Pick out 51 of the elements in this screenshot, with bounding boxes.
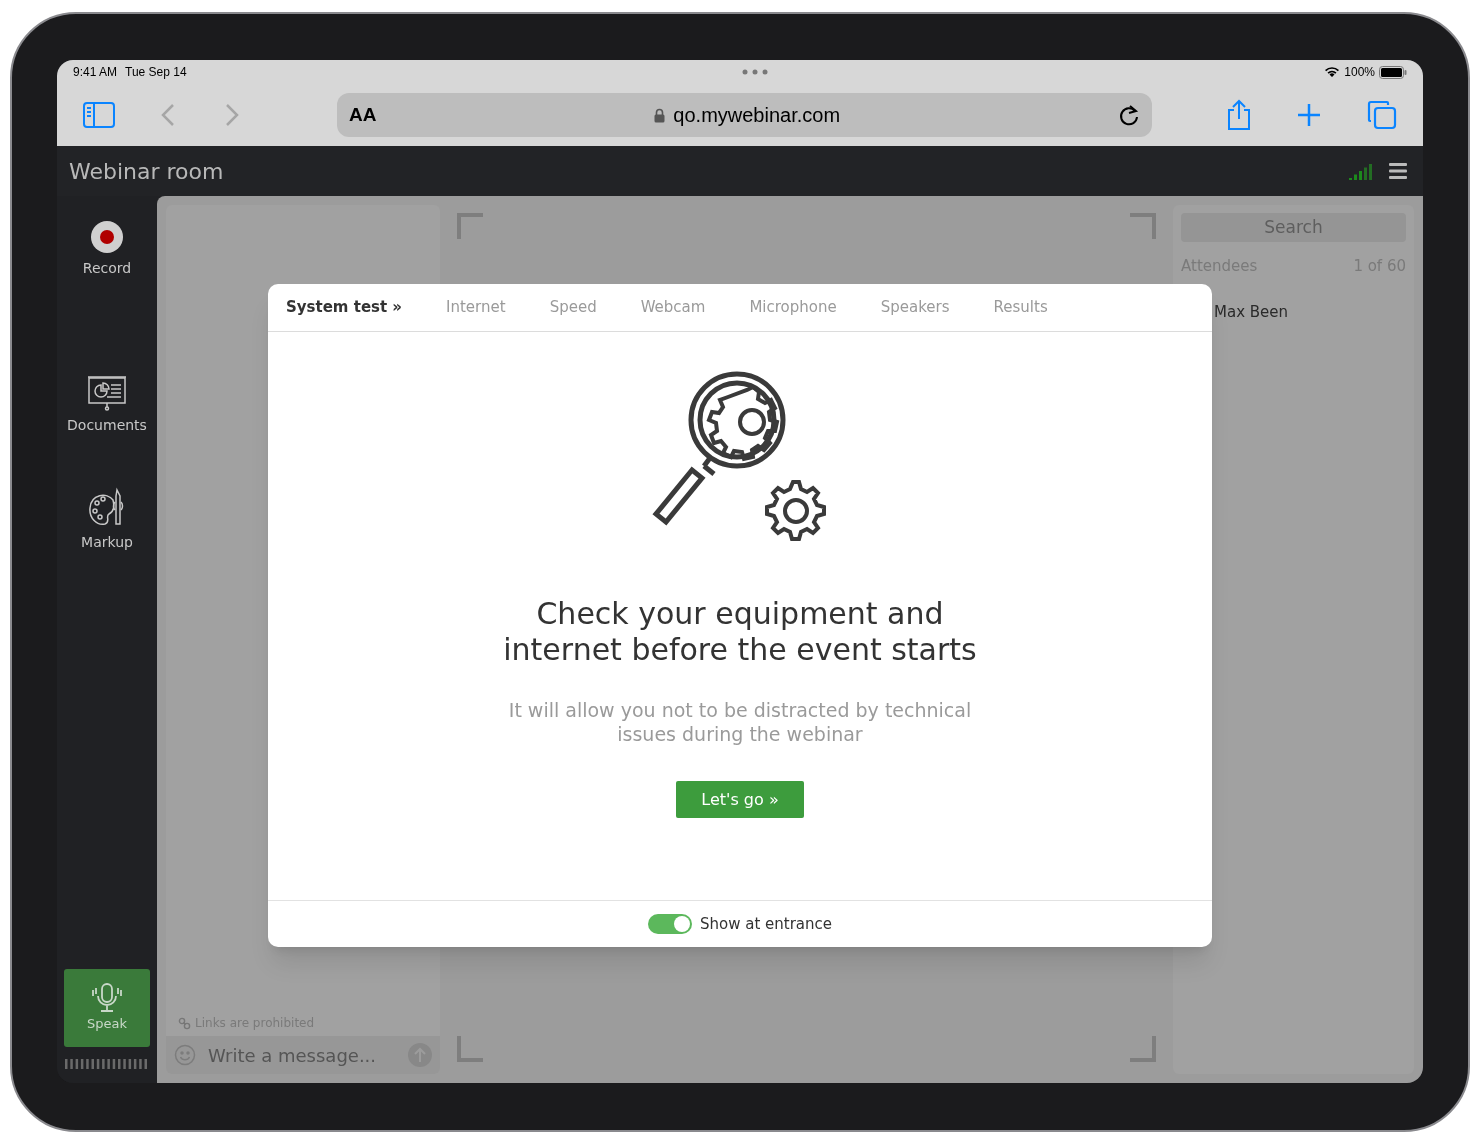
- audio-level-meter-icon: [65, 1059, 149, 1069]
- share-icon[interactable]: [1226, 99, 1252, 131]
- address-bar[interactable]: AA qo.mywebinar.com: [337, 93, 1152, 137]
- test-step-tab[interactable]: Speakers: [880, 296, 950, 319]
- status-date: Tue Sep 14: [125, 64, 187, 81]
- back-icon[interactable]: [161, 103, 175, 127]
- wifi-icon: [1324, 66, 1341, 78]
- test-step-tab[interactable]: System test »: [286, 296, 403, 319]
- show-at-entrance-toggle[interactable]: [647, 914, 692, 934]
- dialog-heading: Check your equipment and: [536, 596, 944, 632]
- record-icon: [90, 220, 124, 254]
- test-step-tab[interactable]: Results: [993, 296, 1048, 319]
- lets-go-button[interactable]: Let's go »: [676, 781, 804, 818]
- corner-bracket-icon: [1128, 1034, 1156, 1062]
- battery-icon: [1379, 65, 1407, 79]
- tabs-icon[interactable]: [1367, 100, 1397, 130]
- dialog-description: It will allow you not to be distracted by technical: [508, 698, 972, 722]
- status-time: 9:41 AM: [73, 64, 118, 81]
- dialog-description: issues during the webinar: [617, 722, 863, 746]
- url-text: qo.mywebinar.com: [673, 103, 841, 128]
- message-input[interactable]: Write a message...: [166, 1036, 440, 1074]
- test-step-tab[interactable]: Speed: [549, 296, 597, 319]
- test-step-tab[interactable]: Webcam: [640, 296, 706, 319]
- app-title: Webinar room: [69, 157, 224, 186]
- corner-bracket-icon: [1128, 213, 1156, 241]
- lock-icon: [654, 107, 666, 123]
- sidebar-item[interactable]: Record: [82, 220, 132, 279]
- attendee-name[interactable]: Max Been: [1214, 300, 1406, 323]
- dialog-heading: internet before the event starts: [503, 632, 977, 668]
- test-step-tab[interactable]: Internet: [446, 296, 506, 319]
- text-size-button[interactable]: AA: [349, 100, 377, 130]
- sidebar-item[interactable]: Markup: [81, 486, 133, 553]
- emoji-icon[interactable]: [174, 1044, 196, 1066]
- magnifier-gear-icon: [652, 370, 828, 544]
- signal-bars-icon: [1349, 162, 1373, 180]
- test-step-tab[interactable]: Microphone: [749, 296, 837, 319]
- link-icon: [178, 1016, 191, 1030]
- menu-icon[interactable]: [1389, 163, 1407, 179]
- forward-icon[interactable]: [225, 103, 239, 127]
- add-icon[interactable]: [1297, 103, 1321, 127]
- sidebar-toggle-icon[interactable]: [83, 102, 115, 128]
- toggle-label: Show at entrance: [699, 913, 832, 935]
- battery-percent: 100%: [1344, 64, 1375, 81]
- reload-icon[interactable]: [1118, 103, 1140, 127]
- corner-bracket-icon: [457, 1034, 485, 1062]
- more-dots-icon: [742, 69, 769, 75]
- presentation-board-icon: [87, 375, 127, 411]
- speak-button[interactable]: Speak: [64, 969, 150, 1047]
- sidebar-item[interactable]: Documents: [67, 375, 147, 436]
- corner-bracket-icon: [457, 213, 485, 241]
- microphone-icon: [90, 982, 124, 1015]
